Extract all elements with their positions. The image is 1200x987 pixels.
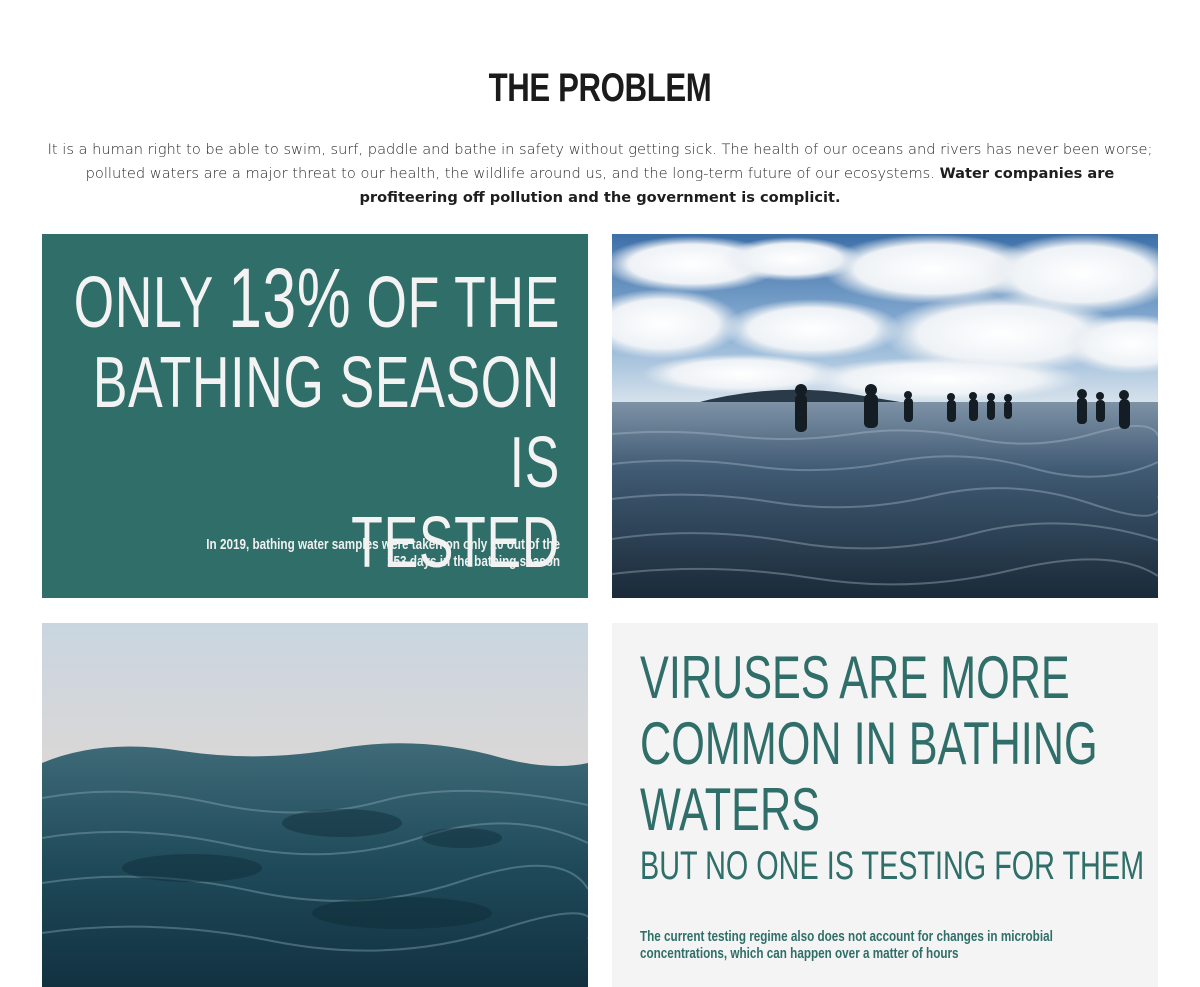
- waves-photo-image: [42, 623, 588, 987]
- waves-photo: [42, 623, 588, 987]
- viruses-card: VIRUSES ARE MORE COMMON IN BATHING WATER…: [612, 623, 1158, 987]
- stat-headline-line2: BATHING SEASON IS: [92, 343, 560, 503]
- viruses-headline-line2: COMMON IN BATHING: [640, 710, 1098, 777]
- stat-note: In 2019, bathing water samples were take…: [206, 536, 560, 570]
- viruses-headline-line1: VIRUSES ARE MORE: [640, 644, 1070, 711]
- intro-paragraph: It is a human right to be able to swim, …: [40, 138, 1160, 210]
- swimmers-photo-image: [612, 234, 1158, 598]
- viruses-subheadline: BUT NO ONE IS TESTING FOR THEM: [640, 844, 1145, 888]
- viruses-headline: VIRUSES ARE MORE COMMON IN BATHING WATER…: [640, 645, 1158, 843]
- stat-headline-number: 13%: [228, 251, 352, 345]
- swimmers-photo: [612, 234, 1158, 598]
- viruses-note: The current testing regime also does not…: [640, 928, 1053, 962]
- viruses-headline-line3: WATERS: [640, 776, 820, 843]
- stat-card: ONLY 13% OF THE BATHING SEASON IS TESTED…: [42, 234, 588, 598]
- stat-headline-post: OF THE: [366, 263, 560, 343]
- stat-headline-pre: ONLY: [73, 263, 214, 343]
- stat-headline: ONLY 13% OF THE BATHING SEASON IS TESTED: [56, 256, 560, 583]
- section-title: THE PROBLEM: [488, 66, 712, 110]
